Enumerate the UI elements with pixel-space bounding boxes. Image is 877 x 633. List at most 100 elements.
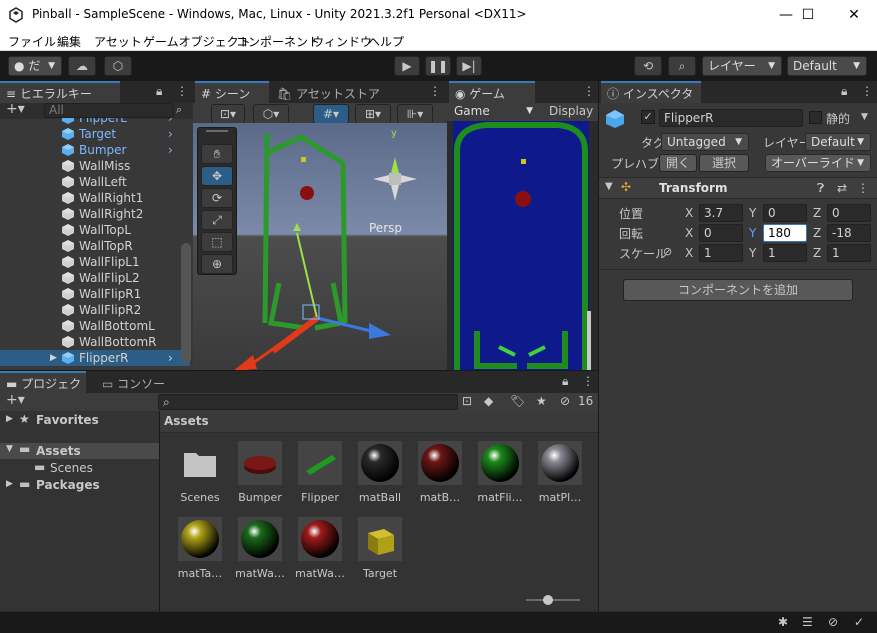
asset-item[interactable]: Target bbox=[352, 517, 408, 580]
scale-z-field[interactable]: 1 bbox=[827, 244, 871, 262]
foldout-arrow-icon[interactable]: ▶ bbox=[6, 479, 13, 489]
asset-item[interactable]: Bumper bbox=[232, 441, 288, 504]
maximize-button[interactable]: ☐ bbox=[788, 4, 828, 26]
game-view-dropdown[interactable]: Game ▼ bbox=[449, 103, 539, 121]
prefab-overrides-dropdown[interactable]: オーバーライド ▼ bbox=[765, 154, 871, 172]
menu-window[interactable]: ウィンドウ bbox=[312, 33, 372, 50]
breadcrumb-assets[interactable]: Assets bbox=[164, 414, 209, 428]
hierarchy-item[interactable]: Target › bbox=[0, 126, 190, 142]
assets-folder-row[interactable]: ▼ ▬ Assets bbox=[0, 442, 159, 459]
tab-scene[interactable]: # シーン bbox=[195, 81, 269, 103]
hierarchy-item[interactable]: WallTopL bbox=[0, 222, 190, 238]
lock-icon[interactable]: 🔒︎ bbox=[562, 374, 568, 389]
search-by-type-icon[interactable]: ⊡ bbox=[462, 394, 472, 408]
scenes-folder-label[interactable]: Scenes bbox=[50, 461, 93, 475]
pos-x-field[interactable]: 3.7 bbox=[699, 204, 743, 222]
packages-label[interactable]: Packages bbox=[36, 478, 100, 492]
rotate-tool-button[interactable]: ⟳ bbox=[201, 188, 233, 208]
layers-dropdown[interactable]: レイヤー ▼ bbox=[702, 56, 782, 76]
hierarchy-item[interactable]: WallFlipL2 bbox=[0, 270, 190, 286]
project-search-input[interactable]: ⌕ bbox=[158, 394, 458, 410]
ball-object[interactable] bbox=[300, 186, 314, 200]
label-icon[interactable]: 🏷︎ bbox=[510, 394, 525, 408]
chevron-right-icon[interactable]: › bbox=[168, 142, 173, 158]
scene-viewport[interactable]: y Persp ✋︎ ✥ ⟳ ⤢ ⬚ ⊕ bbox=[193, 123, 447, 370]
lock-icon[interactable]: 🔒︎ bbox=[156, 84, 162, 99]
kebab-menu-icon[interactable]: ⋮ bbox=[429, 84, 441, 98]
kebab-menu-icon[interactable]: ⋮ bbox=[582, 374, 594, 388]
kebab-menu-icon[interactable]: ⋮ bbox=[176, 84, 188, 98]
foldout-arrow-icon[interactable]: ▼ bbox=[605, 181, 613, 192]
layer-dropdown[interactable]: Default ▼ bbox=[805, 133, 871, 151]
pos-z-field[interactable]: 0 bbox=[827, 204, 871, 222]
orientation-gizmo[interactable] bbox=[373, 157, 417, 201]
tab-project[interactable]: ▬ プロジェクト bbox=[0, 371, 86, 413]
add-icon[interactable]: +▾ bbox=[6, 101, 25, 117]
constrain-proportions-icon[interactable]: ⊘ bbox=[663, 245, 672, 258]
asset-item[interactable]: matPl… bbox=[532, 441, 588, 504]
tab-game[interactable]: ◉ ゲーム bbox=[449, 81, 535, 103]
cache-icon[interactable]: ☰ bbox=[802, 615, 813, 629]
scale-tool-button[interactable]: ⤢ bbox=[201, 210, 233, 230]
account-dropdown[interactable]: ● だ ▼ bbox=[8, 56, 62, 76]
hierarchy-item[interactable]: WallLeft bbox=[0, 174, 190, 190]
hierarchy-scrollbar[interactable] bbox=[181, 243, 191, 363]
tab-asset-store[interactable]: 🛍︎ アセットストア bbox=[271, 81, 381, 103]
search-mode-icon[interactable]: ⌕ bbox=[176, 103, 182, 117]
menu-help[interactable]: ヘルプ bbox=[368, 33, 404, 50]
chevron-right-icon[interactable]: › bbox=[168, 126, 173, 142]
layout-dropdown[interactable]: Default ▼ bbox=[787, 56, 867, 76]
rot-y-field[interactable]: 180 bbox=[763, 224, 807, 242]
hierarchy-item[interactable]: WallFlipR2 bbox=[0, 302, 190, 318]
rect-tool-button[interactable]: ⬚ bbox=[201, 232, 233, 252]
hidden-packages-icon[interactable]: ⊘ bbox=[560, 394, 570, 408]
kebab-menu-icon[interactable]: ⋮ bbox=[583, 84, 595, 98]
hierarchy-item[interactable]: WallFlipL1 bbox=[0, 254, 190, 270]
pause-button[interactable]: ❚❚ bbox=[425, 56, 451, 76]
draw-mode-button[interactable]: ⊡▾ bbox=[211, 104, 245, 124]
collab-button[interactable]: ⬡ bbox=[104, 56, 132, 76]
search-button[interactable]: ⌕ bbox=[668, 56, 696, 76]
asset-item[interactable]: matBall bbox=[352, 441, 408, 504]
foldout-arrow-icon[interactable]: ▶ bbox=[6, 414, 13, 424]
hierarchy-item[interactable]: WallFlipR1 bbox=[0, 286, 190, 302]
hierarchy-item[interactable]: WallRight2 bbox=[0, 206, 190, 222]
hierarchy-search-input[interactable]: All bbox=[44, 103, 174, 118]
kebab-menu-icon[interactable]: ⋮ bbox=[861, 84, 873, 98]
hierarchy-item[interactable]: WallBottomR bbox=[0, 334, 190, 350]
active-checkbox[interactable]: ✓ bbox=[641, 110, 655, 124]
add-component-button[interactable]: コンポーネントを追加 bbox=[623, 279, 853, 301]
step-button[interactable]: ▶| bbox=[456, 56, 482, 76]
close-button[interactable]: ✕ bbox=[834, 4, 874, 26]
zoom-slider-track[interactable] bbox=[526, 599, 580, 601]
cloud-button[interactable]: ☁ bbox=[68, 56, 96, 76]
display-dropdown[interactable]: Display bbox=[549, 104, 593, 118]
asset-item[interactable]: matFli… bbox=[472, 441, 528, 504]
preset-icon[interactable]: ⇄ bbox=[837, 181, 847, 195]
play-button[interactable]: ▶ bbox=[394, 56, 420, 76]
hierarchy-item[interactable]: FlipperL › bbox=[0, 118, 190, 126]
chevron-right-icon[interactable]: › bbox=[168, 350, 173, 366]
game-viewport[interactable] bbox=[447, 121, 598, 370]
menu-gameobject[interactable]: ゲームオブジェクト bbox=[143, 33, 251, 50]
foldout-arrow-icon[interactable]: ▶ bbox=[50, 350, 57, 366]
menu-assets[interactable]: アセット bbox=[94, 33, 142, 50]
asset-item[interactable]: matTa… bbox=[172, 517, 228, 580]
rot-z-field[interactable]: -18 bbox=[827, 224, 871, 242]
tab-console[interactable]: ▭ コンソール bbox=[96, 371, 176, 413]
asset-item[interactable]: matWa… bbox=[292, 517, 348, 580]
snap-increment-button[interactable]: ⊞▾ bbox=[355, 104, 391, 124]
hierarchy-item[interactable]: WallBottomL bbox=[0, 318, 190, 334]
shading-button[interactable]: ⬡▾ bbox=[253, 104, 289, 124]
asset-item[interactable]: Flipper bbox=[292, 441, 348, 504]
static-checkbox[interactable] bbox=[809, 111, 822, 124]
check-icon[interactable]: ✓ bbox=[854, 615, 864, 629]
move-tool-button[interactable]: ✥ bbox=[201, 166, 233, 186]
hand-tool-button[interactable]: ✋︎ bbox=[201, 144, 233, 164]
asset-item[interactable]: matWa… bbox=[232, 517, 288, 580]
lock-icon[interactable]: 🔒︎ bbox=[841, 84, 847, 99]
hierarchy-item[interactable]: Bumper › bbox=[0, 142, 190, 158]
transform-tool-button[interactable]: ⊕ bbox=[201, 254, 233, 274]
tag-dropdown[interactable]: Untagged ▼ bbox=[661, 133, 749, 151]
add-icon[interactable]: +▾ bbox=[6, 392, 25, 408]
